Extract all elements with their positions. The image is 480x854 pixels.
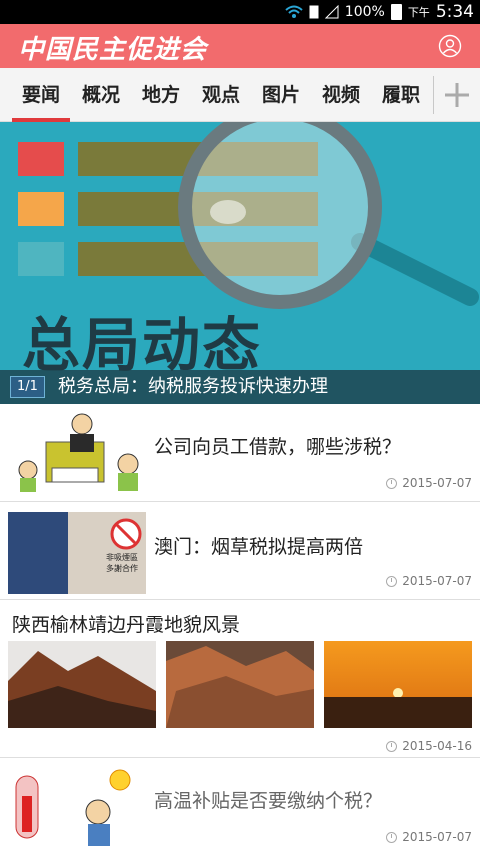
news-title: 澳门：烟草税拟提高两倍 — [154, 536, 364, 558]
gallery-date: 2015-04-16 — [386, 739, 472, 753]
tab-video[interactable]: 视频 — [314, 68, 368, 122]
news-title: 高温补贴是否要缴纳个税？ — [154, 790, 383, 812]
gallery-photo-1 — [8, 641, 156, 728]
gallery-photo-2 — [166, 641, 314, 728]
category-tabs: 要闻 概况 地方 观点 图片 视频 履职 — [0, 68, 480, 122]
user-icon[interactable] — [438, 34, 462, 58]
news-item-loan[interactable]: 公司向员工借款，哪些涉税？ 2015-07-07 — [0, 404, 480, 502]
battery-percent: 100% — [344, 4, 385, 20]
news-date: 2015-07-07 — [386, 574, 472, 588]
news-item-heat-subsidy[interactable]: 高温补贴是否要缴纳个税？ 2015-07-07 — [0, 758, 480, 854]
app-header: 中国民主促进会 — [0, 24, 480, 68]
sim-icon — [309, 5, 319, 19]
tab-overview[interactable]: 概况 — [74, 68, 128, 122]
thumbnail-no-smoking: 非吸煙區 多謝合作 — [8, 512, 146, 594]
news-item-macau[interactable]: 非吸煙區 多謝合作 澳门：烟草税拟提高两倍 2015-07-07 — [0, 502, 480, 600]
news-title: 公司向员工借款，哪些涉税？ — [154, 436, 402, 458]
clock-icon — [386, 831, 398, 843]
app-logo: 中国民主促进会 — [18, 35, 208, 65]
ampm-label: 下午 — [407, 6, 430, 19]
thumbnail-cartoon — [8, 412, 146, 494]
sign-line-1: 非吸煙區 — [106, 553, 138, 562]
news-date: 2015-07-07 — [386, 476, 472, 490]
gallery-item-danxia[interactable]: 陕西榆林靖边丹霞地貌风景 2015-04-16 — [0, 600, 480, 758]
clock-time: 5:34 — [435, 2, 474, 22]
tab-duties[interactable]: 履职 — [374, 68, 428, 122]
battery-icon — [390, 4, 402, 20]
gallery-date-text: 2015-04-16 — [402, 739, 472, 753]
gallery-title: 陕西榆林靖边丹霞地貌风景 — [12, 614, 241, 636]
page-indicator: 1/1 — [10, 376, 45, 398]
news-date-text: 2015-07-07 — [402, 574, 472, 588]
news-date: 2015-07-07 — [386, 830, 472, 844]
wifi-icon — [285, 5, 303, 18]
tab-news[interactable]: 要闻 — [12, 68, 70, 122]
tab-opinion[interactable]: 观点 — [194, 68, 248, 122]
news-date-text: 2015-07-07 — [402, 476, 472, 490]
sign-line-2: 多謝合作 — [106, 564, 138, 573]
banner-caption: 税务总局：纳税服务投诉快速办理 — [58, 376, 328, 397]
tab-divider — [433, 76, 434, 114]
add-tab-icon[interactable] — [438, 78, 476, 112]
gallery-photo-3 — [324, 641, 472, 728]
headline-banner[interactable]: 总局动态 1/1 税务总局：纳税服务投诉快速办理 — [0, 122, 480, 404]
signal-icon — [324, 5, 339, 19]
banner-caption-bar: 1/1 税务总局：纳税服务投诉快速办理 — [0, 370, 480, 404]
clock-icon — [386, 575, 398, 587]
status-bar: 100% 下午 5:34 — [0, 0, 480, 24]
thumbnail-thermometer — [8, 766, 146, 848]
clock-icon — [386, 740, 398, 752]
tab-local[interactable]: 地方 — [134, 68, 188, 122]
clock-icon — [386, 477, 398, 489]
tab-pictures[interactable]: 图片 — [254, 68, 308, 122]
news-date-text: 2015-07-07 — [402, 830, 472, 844]
